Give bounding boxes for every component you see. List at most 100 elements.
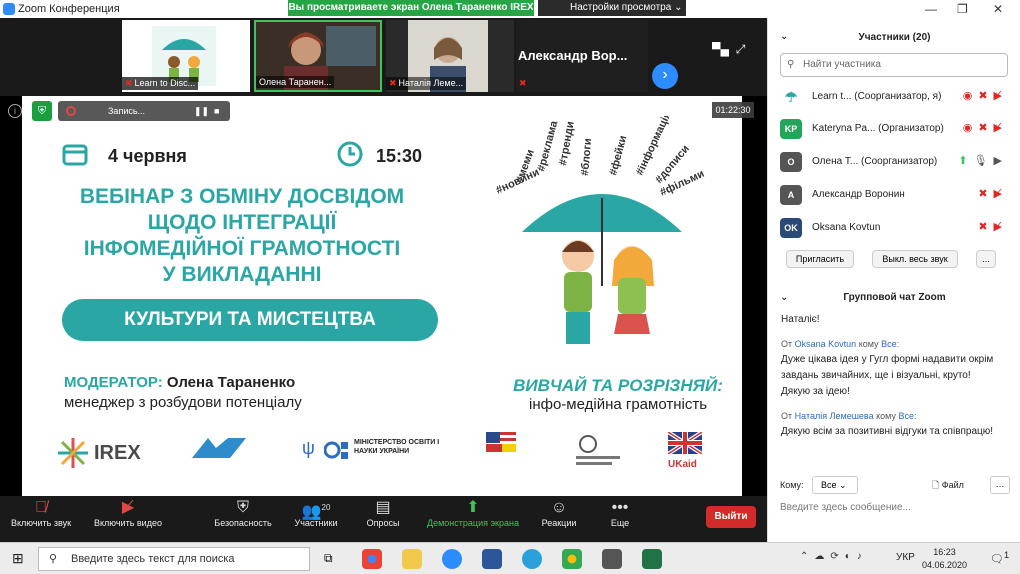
avatar: KP xyxy=(780,119,802,139)
chat-sender[interactable]: Наталія Лемешева xyxy=(795,411,874,421)
pause-icon[interactable]: ❚❚ xyxy=(194,101,209,121)
chevron-right-icon: › xyxy=(662,66,668,83)
chat-message-input[interactable]: Введите здесь сообщение... xyxy=(780,502,1010,513)
taskbar-search-input[interactable]: ⚲ Введите здесь текст для поиска xyxy=(38,547,310,571)
chat-recipient[interactable]: Все: xyxy=(899,411,917,421)
chat-sender[interactable]: Oksana Kovtun xyxy=(795,339,857,349)
keyboard-language[interactable]: УКР xyxy=(896,552,915,563)
zoom-app-icon xyxy=(3,3,15,15)
security-button[interactable]: ⛨ Безопасность xyxy=(208,498,278,528)
slide-title: ВЕБІНАР З ОБМІНУ ДОСВІДОМ ЩОДО ІНТЕГРАЦІ… xyxy=(42,184,442,288)
irex-text: IREX xyxy=(94,442,141,464)
toolbar-label: Участники xyxy=(294,518,338,528)
status-icons: ◉✖▶̸ xyxy=(962,122,1008,134)
file-button[interactable]: 🗋 Файл xyxy=(932,478,964,494)
fullscreen-icon[interactable]: ⤢ xyxy=(736,42,746,56)
chrome-profile-icon[interactable] xyxy=(562,549,582,569)
minimize-icon[interactable]: — xyxy=(925,2,937,16)
participant-name-large: Александр Вор... xyxy=(518,48,628,63)
uk-embassy-logo xyxy=(576,435,620,465)
irex-logo: IREX xyxy=(56,436,142,470)
reactions-button[interactable]: ☺ Реакции xyxy=(536,498,582,528)
avatar: О xyxy=(780,152,802,172)
excel-icon[interactable] xyxy=(642,549,662,569)
smiley-icon: ☺ xyxy=(550,499,568,516)
calendar-icon xyxy=(62,144,88,166)
people-icon: 👥20 xyxy=(301,503,331,521)
view-options-button[interactable]: Настройки просмотра ⌄ xyxy=(538,0,686,16)
security-shield-icon[interactable]: ⛨ xyxy=(32,101,52,121)
ukaid-logo: UKaid xyxy=(666,430,708,470)
toolbar-label: Включить видео xyxy=(94,518,162,528)
tray-icons[interactable]: ⌃☁⟳◐♪ xyxy=(800,551,868,562)
participant-row[interactable]: ☂ Learn t... (Соорганизатор, я) ◉✖▶̸ xyxy=(780,85,1008,109)
stop-icon[interactable]: ■ xyxy=(214,101,219,121)
gallery-name: Learn to Disc... xyxy=(134,78,196,88)
union-jack-icon xyxy=(666,430,704,456)
windows-taskbar: ⊞ ⚲ Введите здесь текст для поиска ⧉ ⌃☁⟳◐… xyxy=(0,542,1020,574)
polls-button[interactable]: ▤ Опросы xyxy=(360,498,406,528)
participants-more-button[interactable]: ... xyxy=(976,250,996,268)
notification-count: 1 xyxy=(1003,550,1010,560)
zoom-taskbar-icon[interactable] xyxy=(442,549,462,569)
close-icon[interactable]: ✕ xyxy=(993,2,1003,16)
file-explorer-icon[interactable] xyxy=(402,549,422,569)
chat-recipient[interactable]: Все: xyxy=(881,339,899,349)
webinar-slide: 4 червня 15:30 ВЕБІНАР З ОБМІНУ ДОСВІДОМ… xyxy=(22,96,742,496)
hashtag: #тренди xyxy=(557,120,577,166)
telegram-icon[interactable] xyxy=(522,549,542,569)
mic-muted-icon: ✖ xyxy=(519,78,527,88)
start-video-button[interactable]: ▶̸ Включить видео xyxy=(88,498,168,528)
clock-icon xyxy=(337,141,363,167)
mute-all-button[interactable]: Выкл. весь звук xyxy=(872,250,958,268)
participant-row[interactable]: А Александр Воронин ✖▶̸ xyxy=(780,183,1008,207)
mic-muted-icon: ✖ xyxy=(389,78,397,88)
chat-more-button[interactable]: … xyxy=(990,476,1010,494)
hashtag: #фейки xyxy=(607,134,629,176)
shield-icon: ⛨ xyxy=(236,499,249,516)
gallery-tile[interactable]: Александр Вор... ✖ xyxy=(516,20,648,92)
participant-row[interactable]: KP Kateryna Pa... (Организатор) ◉✖▶̸ xyxy=(780,117,1008,141)
participant-row[interactable]: OK Oksana Kovtun ✖▶̸ xyxy=(780,216,1008,240)
gallery-next-button[interactable]: › xyxy=(652,63,678,89)
status-icons: ✖▶̸ xyxy=(978,188,1008,200)
zoom-window: Zoom Конференция Вы просматриваете экран… xyxy=(0,0,1020,574)
share-screen-button[interactable]: ⬆ Демонстрация экрана xyxy=(418,498,528,528)
gallery-tile[interactable]: ✖ Наталія Лемe... xyxy=(386,20,514,92)
invite-button[interactable]: Пригласить xyxy=(786,250,854,268)
participant-row[interactable]: О Олена Т... (Соорганизатор) ⬆🎙▶ xyxy=(780,150,1008,174)
umbrella-kids-illustration: #новини #меми #реклама #тренди #блоги #ф… xyxy=(494,116,706,344)
clock-date: 04.06.2020 xyxy=(922,560,968,570)
clock-time: 16:23 xyxy=(933,547,956,557)
shared-screen: 4 червня 15:30 ВЕБІНАР З ОБМІНУ ДОСВІДОМ… xyxy=(0,96,767,496)
app-icon[interactable] xyxy=(602,549,622,569)
gallery-tile-active-speaker[interactable]: Олена Таранен... xyxy=(254,20,382,92)
participant-search-input[interactable]: ⚲ Найти участника xyxy=(780,53,1008,77)
taskbar-clock[interactable]: 16:23 04.06.2020 xyxy=(922,546,967,572)
recipient-select[interactable]: Все ⌄ xyxy=(812,476,858,494)
file-label: Файл xyxy=(941,480,964,490)
windows-start-icon[interactable]: ⊞ xyxy=(12,550,24,567)
chevron-down-icon: ⌄ xyxy=(674,2,683,13)
status-icons: ✖▶̸ xyxy=(978,221,1008,233)
notifications-icon[interactable]: 🗨1 xyxy=(990,550,1009,566)
unmute-button[interactable]: 🎙̸ Включить звук xyxy=(6,498,76,528)
chat-text: Дякую всім за позитивні відгуки та співп… xyxy=(781,426,994,437)
trident-icon: ψ xyxy=(302,438,315,458)
info-icon[interactable]: i xyxy=(8,104,22,118)
chat-message: От Oksana Kovtun кому Все: Дуже цікава і… xyxy=(781,336,1001,400)
task-view-icon[interactable]: ⧉ xyxy=(324,551,333,566)
leave-button[interactable]: Выйти xyxy=(706,506,756,528)
pname: Learn t... xyxy=(812,91,852,102)
maximize-icon[interactable]: ❐ xyxy=(957,2,968,16)
gallery-tile[interactable]: ✖ Learn to Disc... xyxy=(122,20,250,92)
more-button[interactable]: ••• Еще xyxy=(600,498,640,528)
participants-button[interactable]: 👥20 Участники xyxy=(288,498,344,528)
mon-logo: ψ МІНІСТЕРСТВО ОСВІТИ І НАУКИ УКРАЇНИ xyxy=(302,436,452,466)
layout-icon[interactable]: ▀▄ xyxy=(712,42,729,56)
mic-muted-icon: ✖ xyxy=(125,78,133,88)
toolbar-label: Демонстрация экрана xyxy=(427,518,519,528)
chrome-icon[interactable] xyxy=(362,549,382,569)
word-icon[interactable] xyxy=(482,549,502,569)
chevron-down-icon: ⌄ xyxy=(839,480,847,490)
